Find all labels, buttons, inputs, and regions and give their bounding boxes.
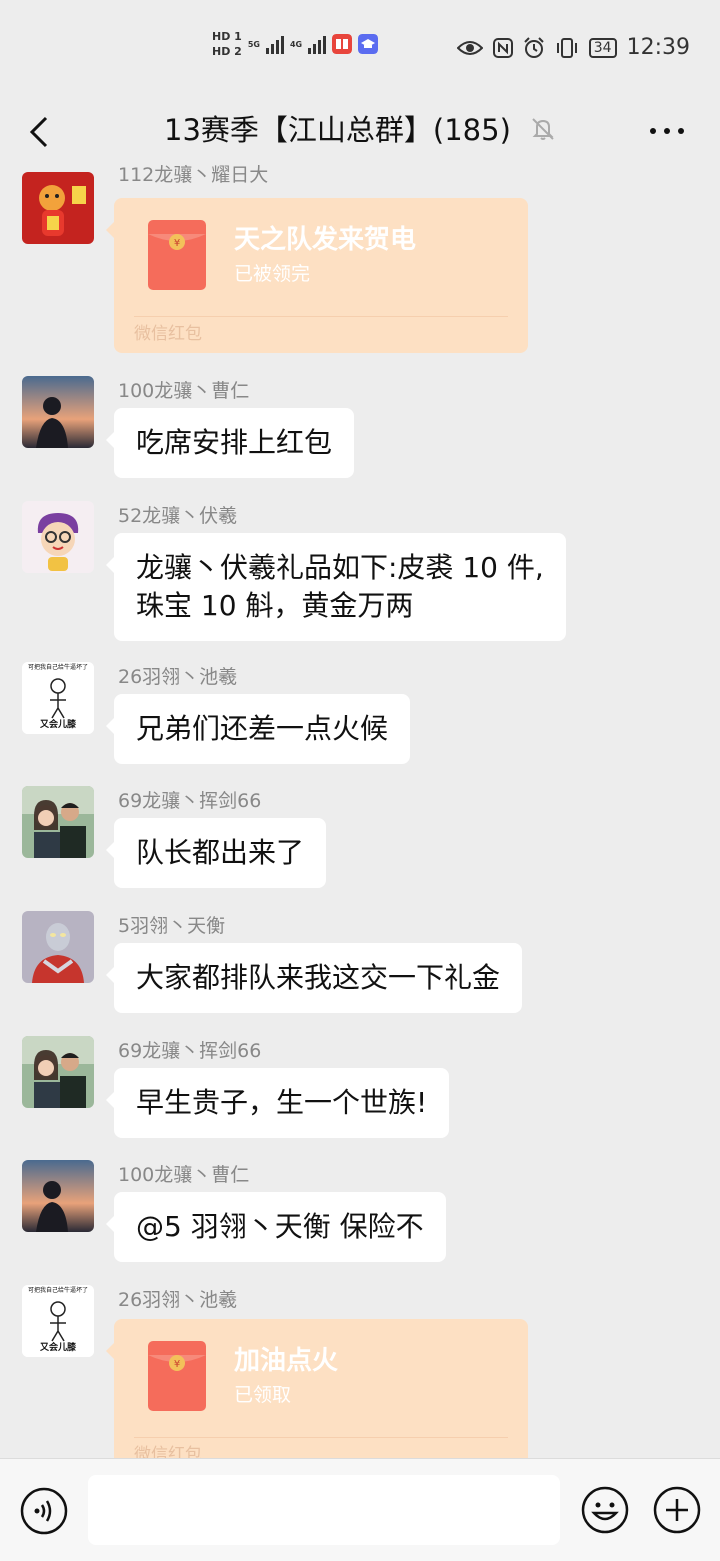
- avatar-couple[interactable]: [22, 1036, 94, 1108]
- status-left: HD 1 HD 2 5G 4G: [212, 30, 379, 58]
- red-packet-icon: ¥: [148, 1341, 206, 1411]
- sender-name: 112龙骧丶耀日大: [118, 164, 269, 186]
- hd1-label: HD 1: [212, 30, 242, 43]
- silhouette-avatar-image: [22, 376, 94, 448]
- message-bubble[interactable]: 兄弟们还差一点火候: [105, 694, 411, 764]
- status-right: 34 12:39: [456, 35, 690, 60]
- avatar-meme[interactable]: 可把我自己给牛逼坏了 又会儿膝: [22, 1285, 94, 1357]
- avatar-hero[interactable]: [22, 911, 94, 983]
- emoji-icon[interactable]: [580, 1485, 630, 1535]
- meme-caption-bottom: 又会儿膝: [39, 1343, 76, 1353]
- voice-icon[interactable]: [20, 1487, 68, 1535]
- svg-text:¥: ¥: [174, 1359, 180, 1370]
- sender-name: 52龙骧丶伏羲: [118, 505, 238, 527]
- signal-icon-2: [308, 34, 327, 54]
- hero-avatar-image: [22, 911, 94, 983]
- tiger-avatar-image: [22, 172, 94, 244]
- message-bubble[interactable]: 队长都出来了: [105, 818, 327, 888]
- plus-icon[interactable]: [652, 1485, 702, 1535]
- red-packet-status: 已被领完: [234, 263, 311, 285]
- message-line: 珠宝 10 斛，黄金万两: [136, 589, 414, 622]
- more-options-icon[interactable]: [650, 128, 684, 134]
- couple-photo-avatar-image: [22, 1036, 94, 1108]
- meme-caption-top: 可把我自己给牛逼坏了: [27, 664, 88, 671]
- svg-text:¥: ¥: [174, 238, 180, 249]
- eye-icon: [456, 41, 483, 55]
- sender-name: 26羽翎丶池羲: [118, 1289, 238, 1311]
- avatar-cartoon[interactable]: [22, 501, 94, 573]
- message-bubble[interactable]: @5 羽翎丶天衡 保险不: [106, 1192, 446, 1262]
- vibrate-icon: [556, 38, 577, 58]
- red-packet-footer: 微信红包: [134, 324, 202, 344]
- sender-name: 100龙骧丶曹仁: [118, 1164, 250, 1186]
- clock: 12:39: [626, 35, 690, 60]
- sender-name: 69龙骧丶挥剑66: [118, 1040, 262, 1062]
- red-packet-icon: ¥: [148, 220, 206, 290]
- chat-title: 13赛季【江山总群】(185): [164, 113, 511, 147]
- mute-bell-icon: [532, 118, 554, 140]
- red-packet-title: 加油点火: [234, 1346, 339, 1376]
- avatar-sunset[interactable]: [22, 1160, 94, 1232]
- book-app-icon: [332, 34, 353, 54]
- message-bubble[interactable]: 大家都排队来我这交一下礼金: [105, 943, 523, 1013]
- meme-caption-bottom: 又会儿膝: [39, 720, 76, 730]
- meme-caption-top: 可把我自己给牛逼坏了: [27, 1287, 88, 1294]
- sender-name: 69龙骧丶挥剑66: [118, 790, 262, 812]
- message-bubble[interactable]: 吃席安排上红包: [105, 408, 355, 478]
- cartoon-avatar-image: [22, 501, 94, 573]
- alarm-icon: [524, 37, 544, 58]
- hd-indicator: HD 1 HD 2: [212, 30, 242, 58]
- avatar-sunset[interactable]: [22, 376, 94, 448]
- couple-photo-avatar-image: [22, 786, 94, 858]
- back-arrow-icon[interactable]: [22, 112, 62, 152]
- net1-label: 5G: [247, 39, 260, 49]
- net2-label: 4G: [289, 39, 303, 49]
- message-line: 龙骧丶伏羲礼品如下:皮裘 10 件,: [136, 551, 544, 584]
- avatar-tiger[interactable]: [22, 172, 94, 244]
- divider: [134, 1437, 508, 1438]
- sender-name: 100龙骧丶曹仁: [118, 380, 250, 402]
- sender-name: 26羽翎丶池羲: [118, 666, 238, 688]
- red-packet-footer: 微信红包: [134, 1445, 202, 1458]
- status-bar: HD 1 HD 2 5G 4G 34 12:39: [0, 0, 720, 100]
- red-packet-status: 已领取: [234, 1384, 292, 1406]
- input-bar: [0, 1458, 720, 1561]
- red-packet-title: 天之队发来贺电: [234, 225, 417, 255]
- hd2-label: HD 2: [212, 45, 242, 58]
- nfc-icon: [492, 38, 513, 58]
- silhouette-avatar-image: [22, 1160, 94, 1232]
- message-bubble[interactable]: 龙骧丶伏羲礼品如下:皮裘 10 件, 珠宝 10 斛，黄金万两: [106, 533, 566, 641]
- red-packet-card[interactable]: ¥ 加油点火 已领取 微信红包: [106, 1319, 528, 1458]
- message-bubble[interactable]: 早生贵子，生一个世族!: [105, 1068, 450, 1138]
- red-packet-card[interactable]: ¥ 天之队发来贺电 已被领完 微信红包: [106, 198, 528, 353]
- chat-list[interactable]: 112龙骧丶耀日大 ¥ 天之队发来贺电 已被领完 微信红包 100龙骧丶曹仁 吃…: [0, 164, 720, 1458]
- message-input[interactable]: [88, 1475, 560, 1545]
- title-bar: 13赛季【江山总群】(185): [0, 100, 720, 164]
- signal-icon: [265, 34, 284, 54]
- avatar-couple[interactable]: [22, 786, 94, 858]
- divider: [134, 316, 508, 317]
- sender-name: 5羽翎丶天衡: [118, 915, 226, 937]
- education-app-icon: [358, 34, 379, 54]
- avatar-meme[interactable]: 可把我自己给牛逼坏了 又会儿膝: [22, 662, 94, 734]
- battery-level: 34: [588, 38, 617, 58]
